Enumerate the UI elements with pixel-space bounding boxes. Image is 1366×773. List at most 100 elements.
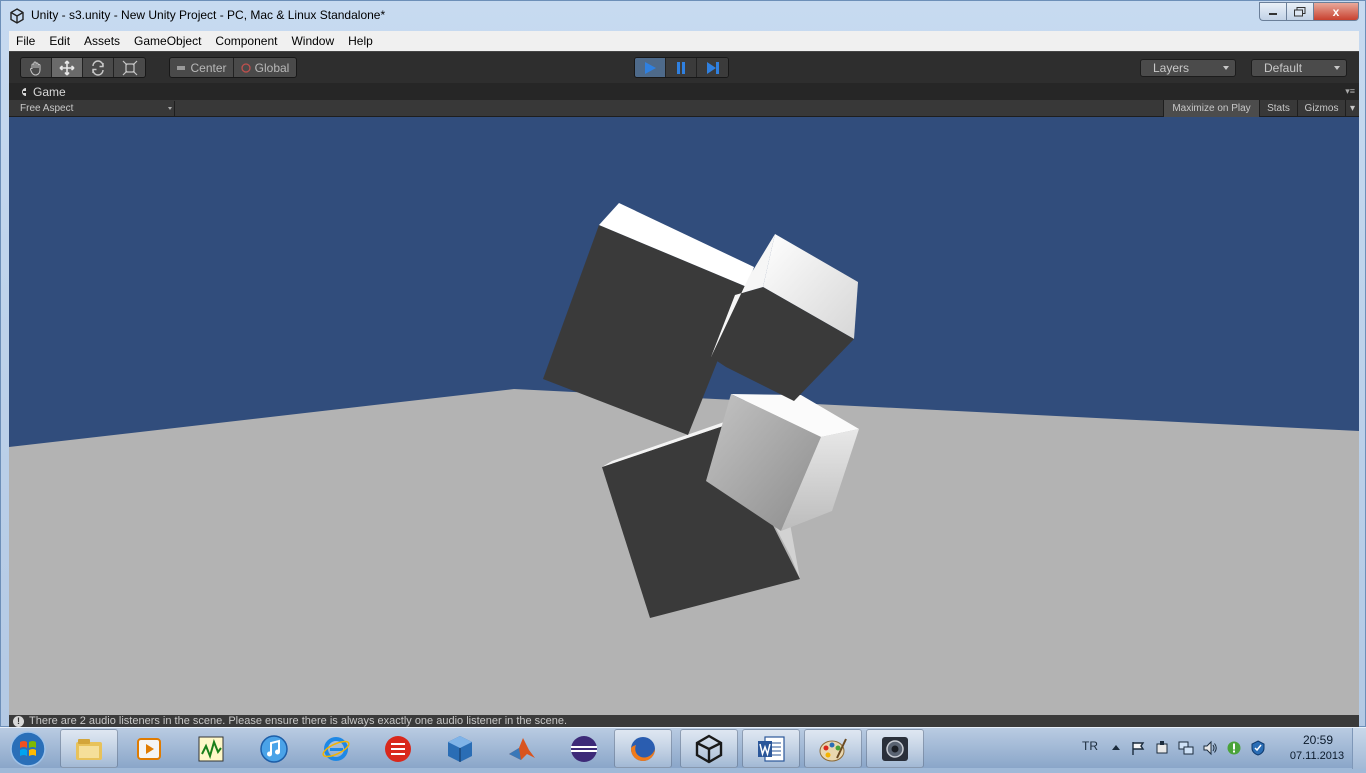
safely-remove-icon[interactable] (1154, 740, 1170, 756)
app-red-icon (385, 735, 411, 762)
pivot-icon (177, 65, 186, 70)
virtualbox-icon (448, 735, 472, 762)
volume-icon[interactable] (1202, 740, 1218, 756)
menu-component[interactable]: Component (208, 34, 284, 48)
itunes-icon (260, 734, 288, 763)
internet-explorer-icon (322, 736, 350, 761)
unity-icon (695, 734, 723, 763)
media-player-icon (137, 737, 161, 760)
pause-icon (677, 61, 685, 74)
step-button[interactable] (697, 58, 728, 77)
game-view-toolbar: Free Aspect Maximize on Play Stats Gizmo… (9, 100, 1359, 117)
tab-game-label: Game (33, 85, 66, 99)
taskbar-virtualbox[interactable] (431, 729, 489, 768)
scale-tool-button[interactable] (114, 58, 145, 77)
taskbar-unity[interactable] (680, 729, 738, 768)
show-hidden-icons-icon[interactable] (1111, 743, 1121, 751)
network-icon[interactable] (1178, 740, 1194, 756)
camera-app-icon (882, 736, 908, 761)
info-icon: ! (13, 716, 24, 727)
minimize-icon (1269, 12, 1277, 15)
clock-time[interactable]: 20:59 (1288, 733, 1348, 747)
clock-date[interactable]: 07.11.2013 (1282, 750, 1352, 762)
taskbar-matlab[interactable] (493, 729, 551, 768)
taskbar-word[interactable] (742, 729, 800, 768)
action-center-flag-icon[interactable] (1130, 740, 1146, 756)
chevron-down-icon (1223, 66, 1229, 70)
taskbar-internet-explorer[interactable] (307, 729, 365, 768)
layout-dropdown[interactable]: Default (1251, 59, 1347, 77)
eclipse-icon (571, 735, 597, 762)
unity-logo-icon (10, 8, 24, 24)
playback-controls (634, 57, 729, 78)
pivot-center-button[interactable]: Center (170, 58, 234, 77)
menu-window[interactable]: Window (284, 34, 341, 48)
restore-button[interactable] (1286, 2, 1313, 21)
aspect-dropdown[interactable]: Free Aspect (15, 101, 175, 116)
game-render (9, 117, 1359, 715)
layers-dropdown[interactable]: Layers (1140, 59, 1236, 77)
taskbar-camera-app[interactable] (866, 729, 924, 768)
circuit-app-icon (198, 736, 224, 761)
step-icon (706, 61, 719, 74)
windows-taskbar: TR 20:59 07.11.2013 (0, 727, 1366, 769)
close-button[interactable]: x (1313, 2, 1359, 21)
update-alert-icon[interactable] (1226, 740, 1242, 756)
chevron-down-icon (1334, 66, 1340, 70)
stats-button[interactable]: Stats (1259, 100, 1297, 117)
game-controller-icon (22, 88, 26, 96)
pause-button[interactable] (666, 58, 697, 77)
title-bar[interactable]: Unity - s3.unity - New Unity Project - P… (1, 1, 1366, 30)
rotate-tool-button[interactable] (83, 58, 114, 77)
menu-file[interactable]: File (9, 34, 42, 48)
pivot-global-button[interactable]: Global (234, 58, 296, 77)
gizmos-dropdown[interactable]: ▾ (1345, 100, 1359, 117)
taskbar-eclipse[interactable] (555, 729, 613, 768)
menu-gameobject[interactable]: GameObject (127, 34, 208, 48)
play-button[interactable] (635, 58, 666, 77)
aspect-label: Free Aspect (20, 103, 74, 114)
taskbar-paint[interactable] (804, 729, 862, 768)
window-title: Unity - s3.unity - New Unity Project - P… (31, 8, 386, 22)
hand-icon (30, 61, 41, 76)
editor-tab-bar: Game ▾≡ (9, 83, 1359, 100)
taskbar-itunes[interactable] (245, 729, 303, 768)
menu-edit[interactable]: Edit (42, 34, 77, 48)
word-icon (758, 735, 785, 762)
menu-help[interactable]: Help (341, 34, 380, 48)
taskbar-media-player[interactable] (120, 729, 178, 768)
explorer-icon (76, 738, 102, 760)
language-indicator[interactable]: TR (1082, 739, 1098, 753)
hand-tool-button[interactable] (21, 58, 52, 77)
gizmos-button[interactable]: Gizmos (1297, 100, 1345, 117)
tab-game[interactable]: Game (13, 84, 78, 100)
taskbar-red-app[interactable] (369, 729, 427, 768)
move-icon (59, 60, 75, 75)
minimize-button[interactable] (1259, 2, 1286, 21)
layers-label: Layers (1153, 61, 1190, 75)
restore-icon (1294, 6, 1306, 16)
close-icon: x (1332, 4, 1340, 19)
start-button[interactable] (4, 730, 52, 768)
pivot-global-label: Global (254, 60, 290, 75)
transform-tools (20, 57, 146, 78)
paint-icon (819, 738, 847, 761)
taskbar-explorer[interactable] (60, 729, 118, 768)
game-viewport[interactable] (9, 117, 1359, 715)
panel-menu-icon[interactable]: ▾≡ (1345, 86, 1355, 97)
menu-assets[interactable]: Assets (77, 34, 127, 48)
unity-window: Unity - s3.unity - New Unity Project - P… (0, 0, 1366, 728)
move-tool-button[interactable] (52, 58, 83, 77)
chevron-down-icon: ▾ (1349, 103, 1356, 114)
status-message: There are 2 audio listeners in the scene… (29, 715, 568, 727)
taskbar-circuit-app[interactable] (182, 729, 240, 768)
taskbar-firefox[interactable] (614, 729, 672, 768)
caption-buttons: x (1259, 2, 1359, 21)
maximize-on-play-button[interactable]: Maximize on Play (1163, 100, 1259, 117)
antivirus-shield-icon[interactable] (1250, 740, 1266, 756)
rotate-icon (92, 59, 104, 76)
show-desktop-button[interactable] (1352, 728, 1366, 769)
firefox-icon (631, 736, 655, 761)
pivot-toggles: Center Global (169, 57, 297, 78)
globe-icon (241, 62, 251, 73)
